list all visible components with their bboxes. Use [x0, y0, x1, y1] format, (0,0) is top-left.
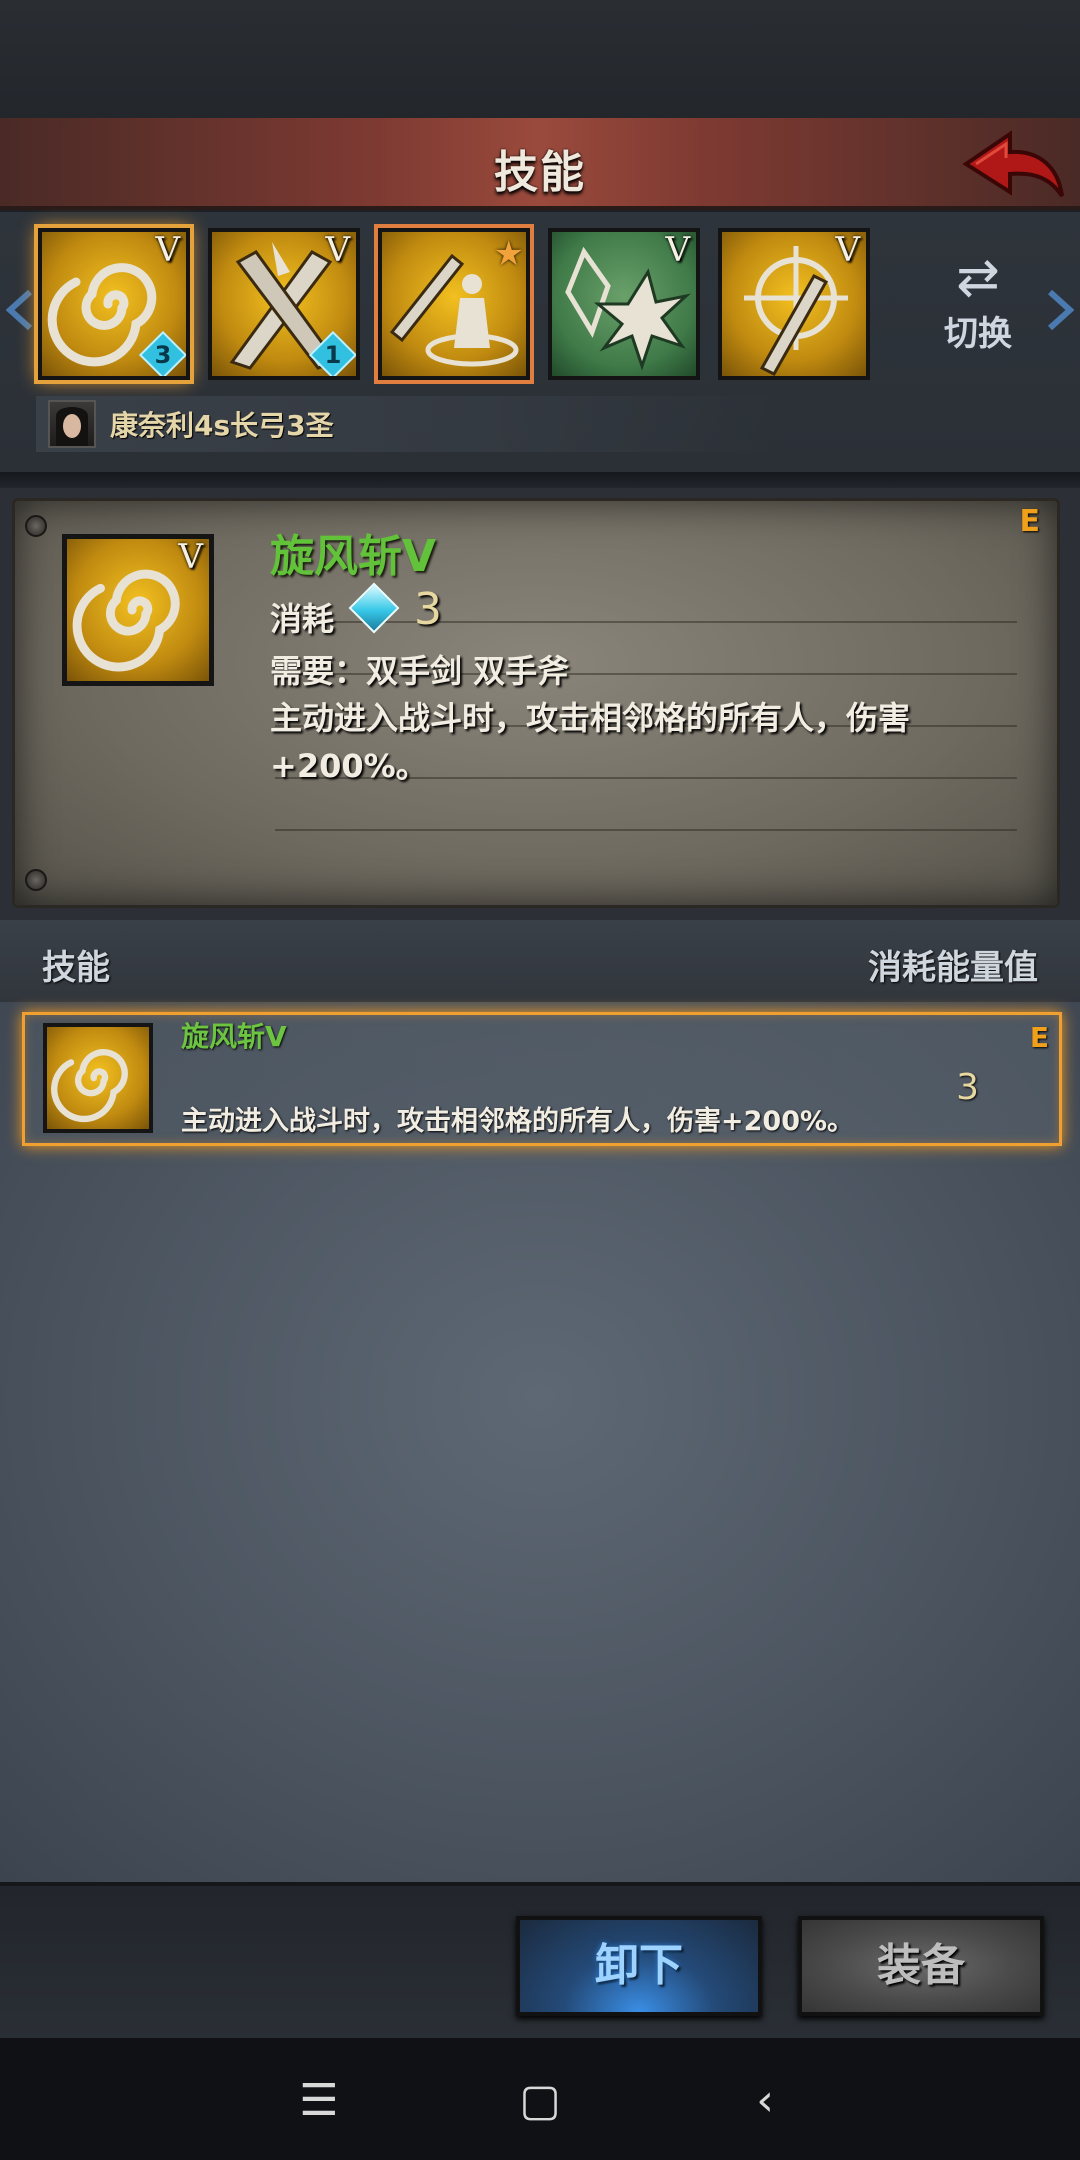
hero-avatar[interactable] — [48, 400, 96, 448]
skill-slot-crystal-burst[interactable]: V — [548, 228, 700, 380]
back-icon[interactable]: ‹ — [730, 2066, 800, 2136]
star-icon: ★ — [493, 234, 524, 274]
switch-button[interactable]: ⇄ 切换 — [918, 250, 1038, 355]
skill-slot-whirlwind[interactable]: V 3 — [38, 228, 190, 380]
rivet-icon — [25, 869, 47, 891]
hero-info: 康奈利4s长弓3圣 — [36, 396, 776, 452]
skill-grade: V — [835, 230, 860, 270]
status-area — [0, 0, 1080, 118]
rivet-icon — [25, 515, 47, 537]
equip-button[interactable]: 装备 — [798, 1916, 1044, 2016]
skill-level: 1 — [324, 341, 342, 369]
menu-icon[interactable]: ☰ — [284, 2066, 354, 2136]
divider — [0, 472, 1080, 488]
skill-grade: V — [155, 230, 180, 270]
list-item-rarity: E — [1029, 1021, 1049, 1054]
page-title: 技能 — [494, 147, 586, 198]
scroll-right-icon[interactable] — [1046, 290, 1074, 330]
hero-name: 康奈利4s长弓3圣 — [110, 409, 334, 442]
unequip-button[interactable]: 卸下 — [516, 1916, 762, 2016]
skill-grade: V — [665, 230, 690, 270]
skill-level: 3 — [154, 341, 172, 369]
list-item[interactable]: 旋风斩V E 主动进入战斗时，攻击相邻格的所有人，伤害+200%。 3 — [22, 1012, 1062, 1146]
detail-description: 主动进入战斗时，攻击相邻格的所有人，伤害+200%。 — [270, 699, 911, 785]
detail-rarity: E — [1019, 504, 1041, 539]
list-header-skill: 技能 — [42, 948, 110, 988]
detail-cost-value: 3 — [414, 584, 442, 635]
skill-grade: V — [325, 230, 350, 270]
list-header: 技能 消耗能量值 — [0, 920, 1080, 1002]
skill-grade: V — [178, 537, 203, 577]
header-bar: 技能 — [0, 118, 1080, 210]
system-nav-bar: ☰ ▢ ‹ — [0, 2038, 1080, 2160]
back-arrow-icon[interactable] — [958, 126, 1068, 206]
hero-portrait-icon — [56, 407, 88, 446]
switch-label: 切换 — [944, 314, 1012, 354]
list-header-cost: 消耗能量值 — [868, 948, 1038, 988]
detail-skill-name: 旋风斩V — [270, 531, 437, 582]
list-item-description: 主动进入战斗时，攻击相邻格的所有人，伤害+200%。 — [181, 1106, 855, 1137]
list-item-icon — [43, 1023, 153, 1133]
home-icon[interactable]: ▢ — [505, 2066, 575, 2136]
scroll-left-icon[interactable] — [6, 290, 34, 330]
swap-arrows-icon: ⇄ — [956, 248, 1000, 308]
skill-slot-shield-sword[interactable]: ★ — [378, 228, 530, 380]
detail-skill-icon: V — [62, 534, 214, 686]
skill-slot-target-strike[interactable]: V — [718, 228, 870, 380]
whirlwind-icon — [51, 1049, 128, 1123]
list-item-cost: 3 — [956, 1067, 979, 1108]
detail-requirement: 需要：双手剑 双手斧 — [270, 652, 570, 690]
skill-slot-cross-blade[interactable]: V 1 — [208, 228, 360, 380]
detail-cost-label: 消耗 — [270, 600, 335, 638]
list-item-name: 旋风斩V — [181, 1020, 287, 1053]
